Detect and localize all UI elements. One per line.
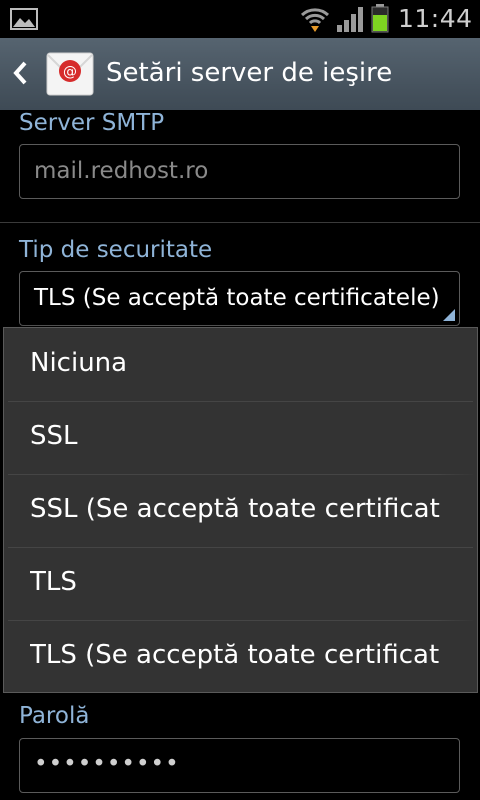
security-type-value: TLS (Se acceptă toate certificatele) <box>34 285 440 311</box>
dropdown-option-tls-accept-all[interactable]: TLS (Se acceptă toate certificat <box>4 620 477 692</box>
security-type-spinner[interactable]: TLS (Se acceptă toate certificatele) <box>19 271 460 326</box>
smtp-server-value: mail.redhost.ro <box>34 158 209 184</box>
dropdown-option-niciuna[interactable]: Niciuna <box>4 328 477 401</box>
page-title: Setări server de ieşire <box>106 58 393 88</box>
option-label: TLS (Se acceptă toate certificat <box>30 640 440 670</box>
option-label: SSL (Se acceptă toate certificat <box>30 494 440 524</box>
option-label: Niciuna <box>30 348 128 378</box>
smtp-server-input[interactable]: mail.redhost.ro <box>19 144 460 199</box>
svg-text:@: @ <box>63 64 77 80</box>
security-type-dropdown: Niciuna SSL SSL (Se acceptă toate certif… <box>3 327 478 693</box>
text-fade <box>437 474 477 547</box>
text-fade <box>437 620 477 692</box>
wifi-icon <box>300 8 330 32</box>
divider <box>0 222 480 223</box>
option-label: TLS <box>30 567 77 597</box>
smtp-server-label: Server SMTP <box>19 110 165 136</box>
password-input[interactable]: •••••••••• <box>19 738 460 793</box>
dropdown-option-tls[interactable]: TLS <box>4 547 477 620</box>
dropdown-option-ssl[interactable]: SSL <box>4 401 477 474</box>
signal-icon <box>337 7 363 32</box>
battery-icon <box>371 4 389 33</box>
action-bar: @ Setări server de ieşire <box>0 38 480 110</box>
dropdown-option-ssl-accept-all[interactable]: SSL (Se acceptă toate certificat <box>4 474 477 547</box>
password-label: Parolă <box>19 703 90 729</box>
clock: 11:44 <box>398 4 473 33</box>
security-type-label: Tip de securitate <box>19 237 213 263</box>
status-bar: 11:44 <box>0 0 480 38</box>
email-icon[interactable]: @ <box>46 51 94 97</box>
gallery-icon <box>10 8 38 30</box>
password-value: •••••••••• <box>34 751 180 777</box>
dropdown-corner-icon <box>443 309 455 321</box>
back-icon[interactable] <box>10 60 32 86</box>
option-label: SSL <box>30 421 78 451</box>
